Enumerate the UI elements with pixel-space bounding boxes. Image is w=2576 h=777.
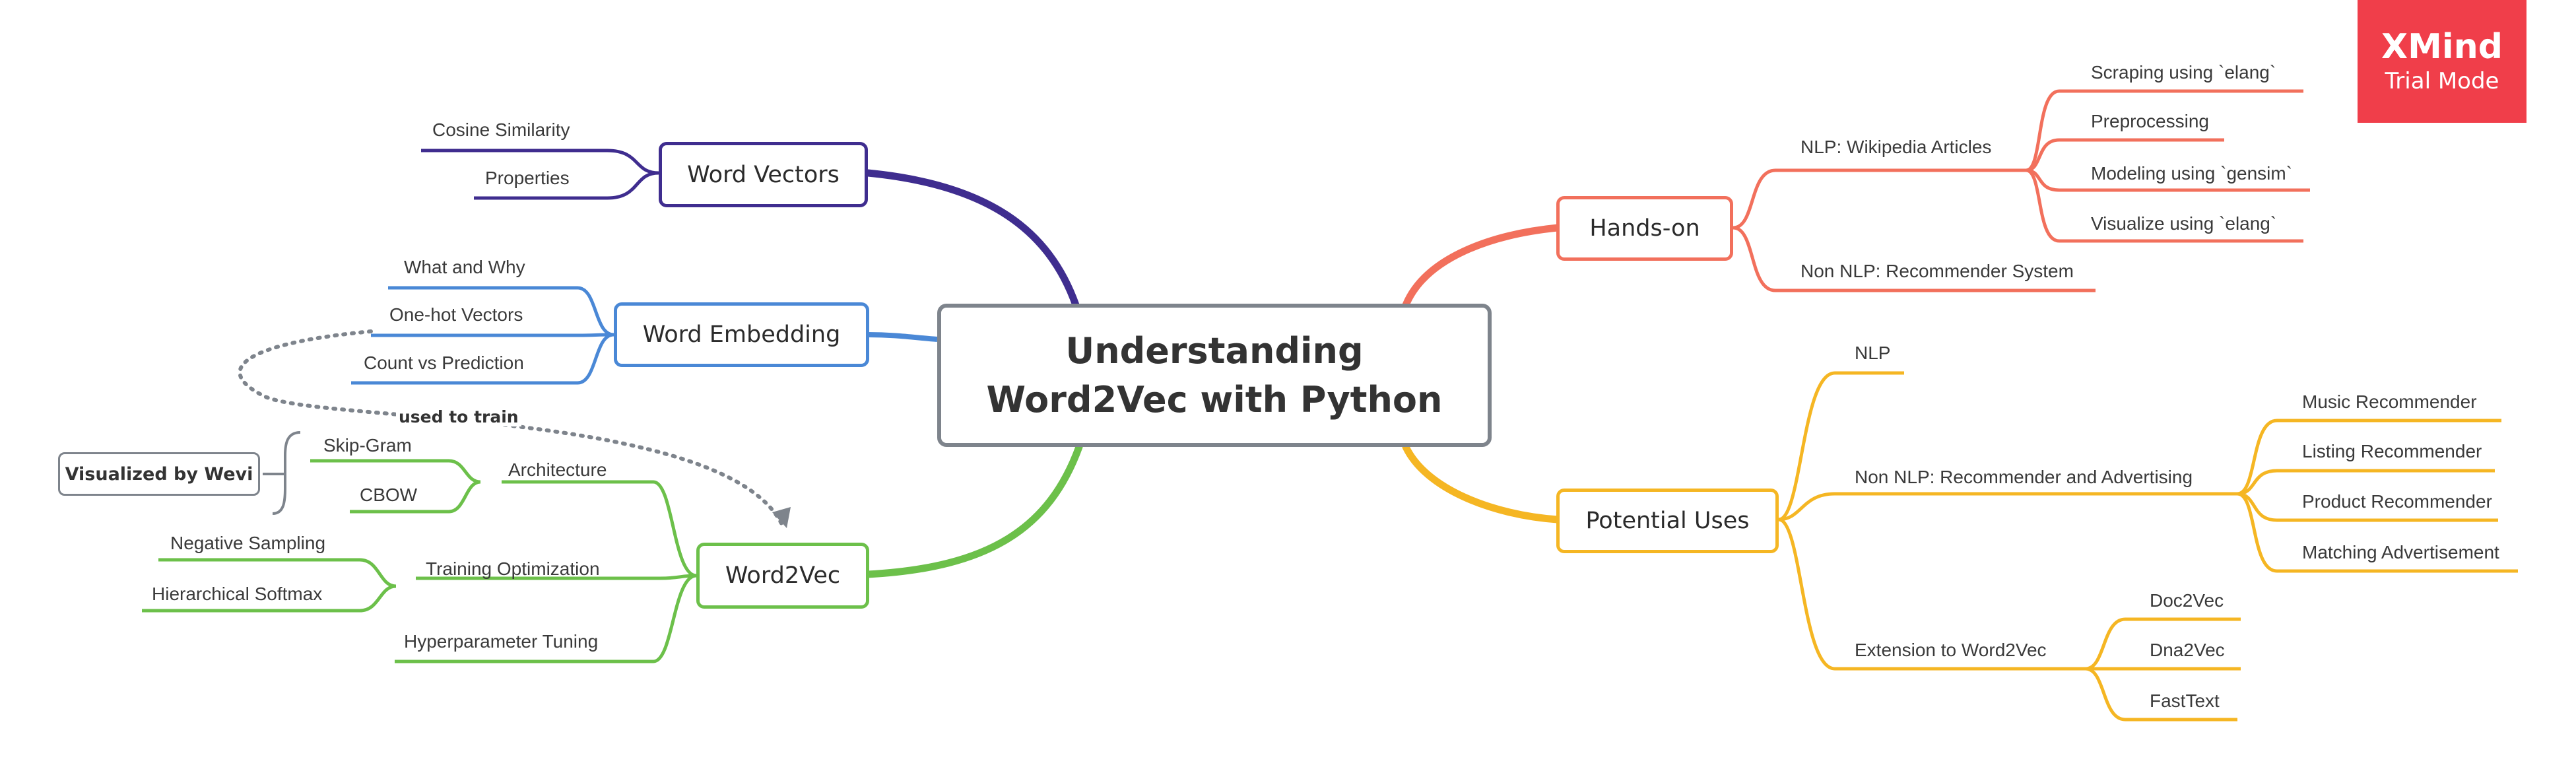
connector-word-embedding — [867, 332, 938, 342]
subtopic-non-nlp-rec-adv[interactable]: Non NLP: Recommender and Advertising — [1855, 466, 2193, 489]
subtopic-cbow[interactable]: CBOW — [360, 484, 417, 506]
subtopic-one-hot-vectors[interactable]: One-hot Vectors — [389, 304, 523, 326]
subtopic-non-nlp-recommender-system[interactable]: Non NLP: Recommender System — [1800, 260, 2074, 283]
subtopic-cosine-similarity[interactable]: Cosine Similarity — [432, 119, 570, 141]
subtopic-extension-to-word2vec[interactable]: Extension to Word2Vec — [1855, 639, 2047, 661]
connector-hands-on — [1402, 224, 1562, 309]
topic-hands-on[interactable]: Hands-on — [1556, 196, 1733, 261]
subtopic-music-recommender[interactable]: Music Recommender — [2302, 391, 2477, 413]
subtopic-negative-sampling[interactable]: Negative Sampling — [170, 532, 325, 555]
subtopic-scraping[interactable]: Scraping using `elang` — [2091, 61, 2276, 84]
subtopic-properties[interactable]: Properties — [485, 167, 570, 189]
connector-potential-uses — [1402, 443, 1562, 524]
floating-topic-visualized-by-wevi[interactable]: Visualized by Wevi — [58, 452, 260, 496]
subtopic-visualize[interactable]: Visualize using `elang` — [2091, 213, 2276, 235]
subtopic-preprocessing[interactable]: Preprocessing — [2091, 110, 2209, 133]
subtopic-listing-recommender[interactable]: Listing Recommender — [2302, 440, 2482, 463]
subtopic-training-optimization[interactable]: Training Optimization — [426, 558, 600, 580]
subtopic-nlp-wikipedia[interactable]: NLP: Wikipedia Articles — [1800, 136, 1991, 158]
central-topic[interactable]: Understanding Word2Vec with Python — [937, 304, 1492, 447]
subtopic-count-vs-prediction[interactable]: Count vs Prediction — [364, 352, 524, 374]
floating-topic-bracket — [263, 431, 301, 515]
subtopic-hyperparameter-tuning[interactable]: Hyperparameter Tuning — [404, 630, 598, 653]
subtopic-dna2vec[interactable]: Dna2Vec — [2150, 639, 2225, 661]
central-topic-line1: Understanding — [1065, 329, 1364, 372]
topic-word-embedding[interactable]: Word Embedding — [614, 302, 869, 367]
subtopic-hierarchical-softmax[interactable]: Hierarchical Softmax — [152, 583, 322, 605]
mind-map-canvas: Understanding Word2Vec with Python Word … — [0, 0, 2576, 777]
connector-word2vec — [864, 443, 1083, 578]
topic-word-vectors[interactable]: Word Vectors — [659, 142, 868, 207]
central-topic-line2: Word2Vec with Python — [986, 378, 1443, 421]
subtopic-doc2vec[interactable]: Doc2Vec — [2150, 590, 2224, 612]
subtopic-nlp[interactable]: NLP — [1855, 342, 1890, 364]
connector-word-vectors — [864, 169, 1080, 309]
relationship-label[interactable]: used to train — [396, 407, 521, 426]
subtopic-what-and-why[interactable]: What and Why — [404, 256, 525, 279]
subtopic-skip-gram[interactable]: Skip-Gram — [323, 434, 412, 457]
subtopic-product-recommender[interactable]: Product Recommender — [2302, 490, 2492, 513]
trial-mode-text: Trial Mode — [2385, 68, 2499, 94]
topic-potential-uses[interactable]: Potential Uses — [1556, 489, 1779, 553]
topic-word2vec[interactable]: Word2Vec — [696, 543, 869, 609]
subtopic-matching-advertisement[interactable]: Matching Advertisement — [2302, 541, 2499, 564]
subtopic-architecture[interactable]: Architecture — [508, 459, 607, 481]
subtopic-fasttext[interactable]: FastText — [2150, 690, 2220, 712]
xmind-trial-badge: XMind Trial Mode — [2358, 0, 2526, 123]
subtopic-modeling[interactable]: Modeling using `gensim` — [2091, 162, 2292, 185]
xmind-logo-text: XMind — [2381, 27, 2503, 67]
